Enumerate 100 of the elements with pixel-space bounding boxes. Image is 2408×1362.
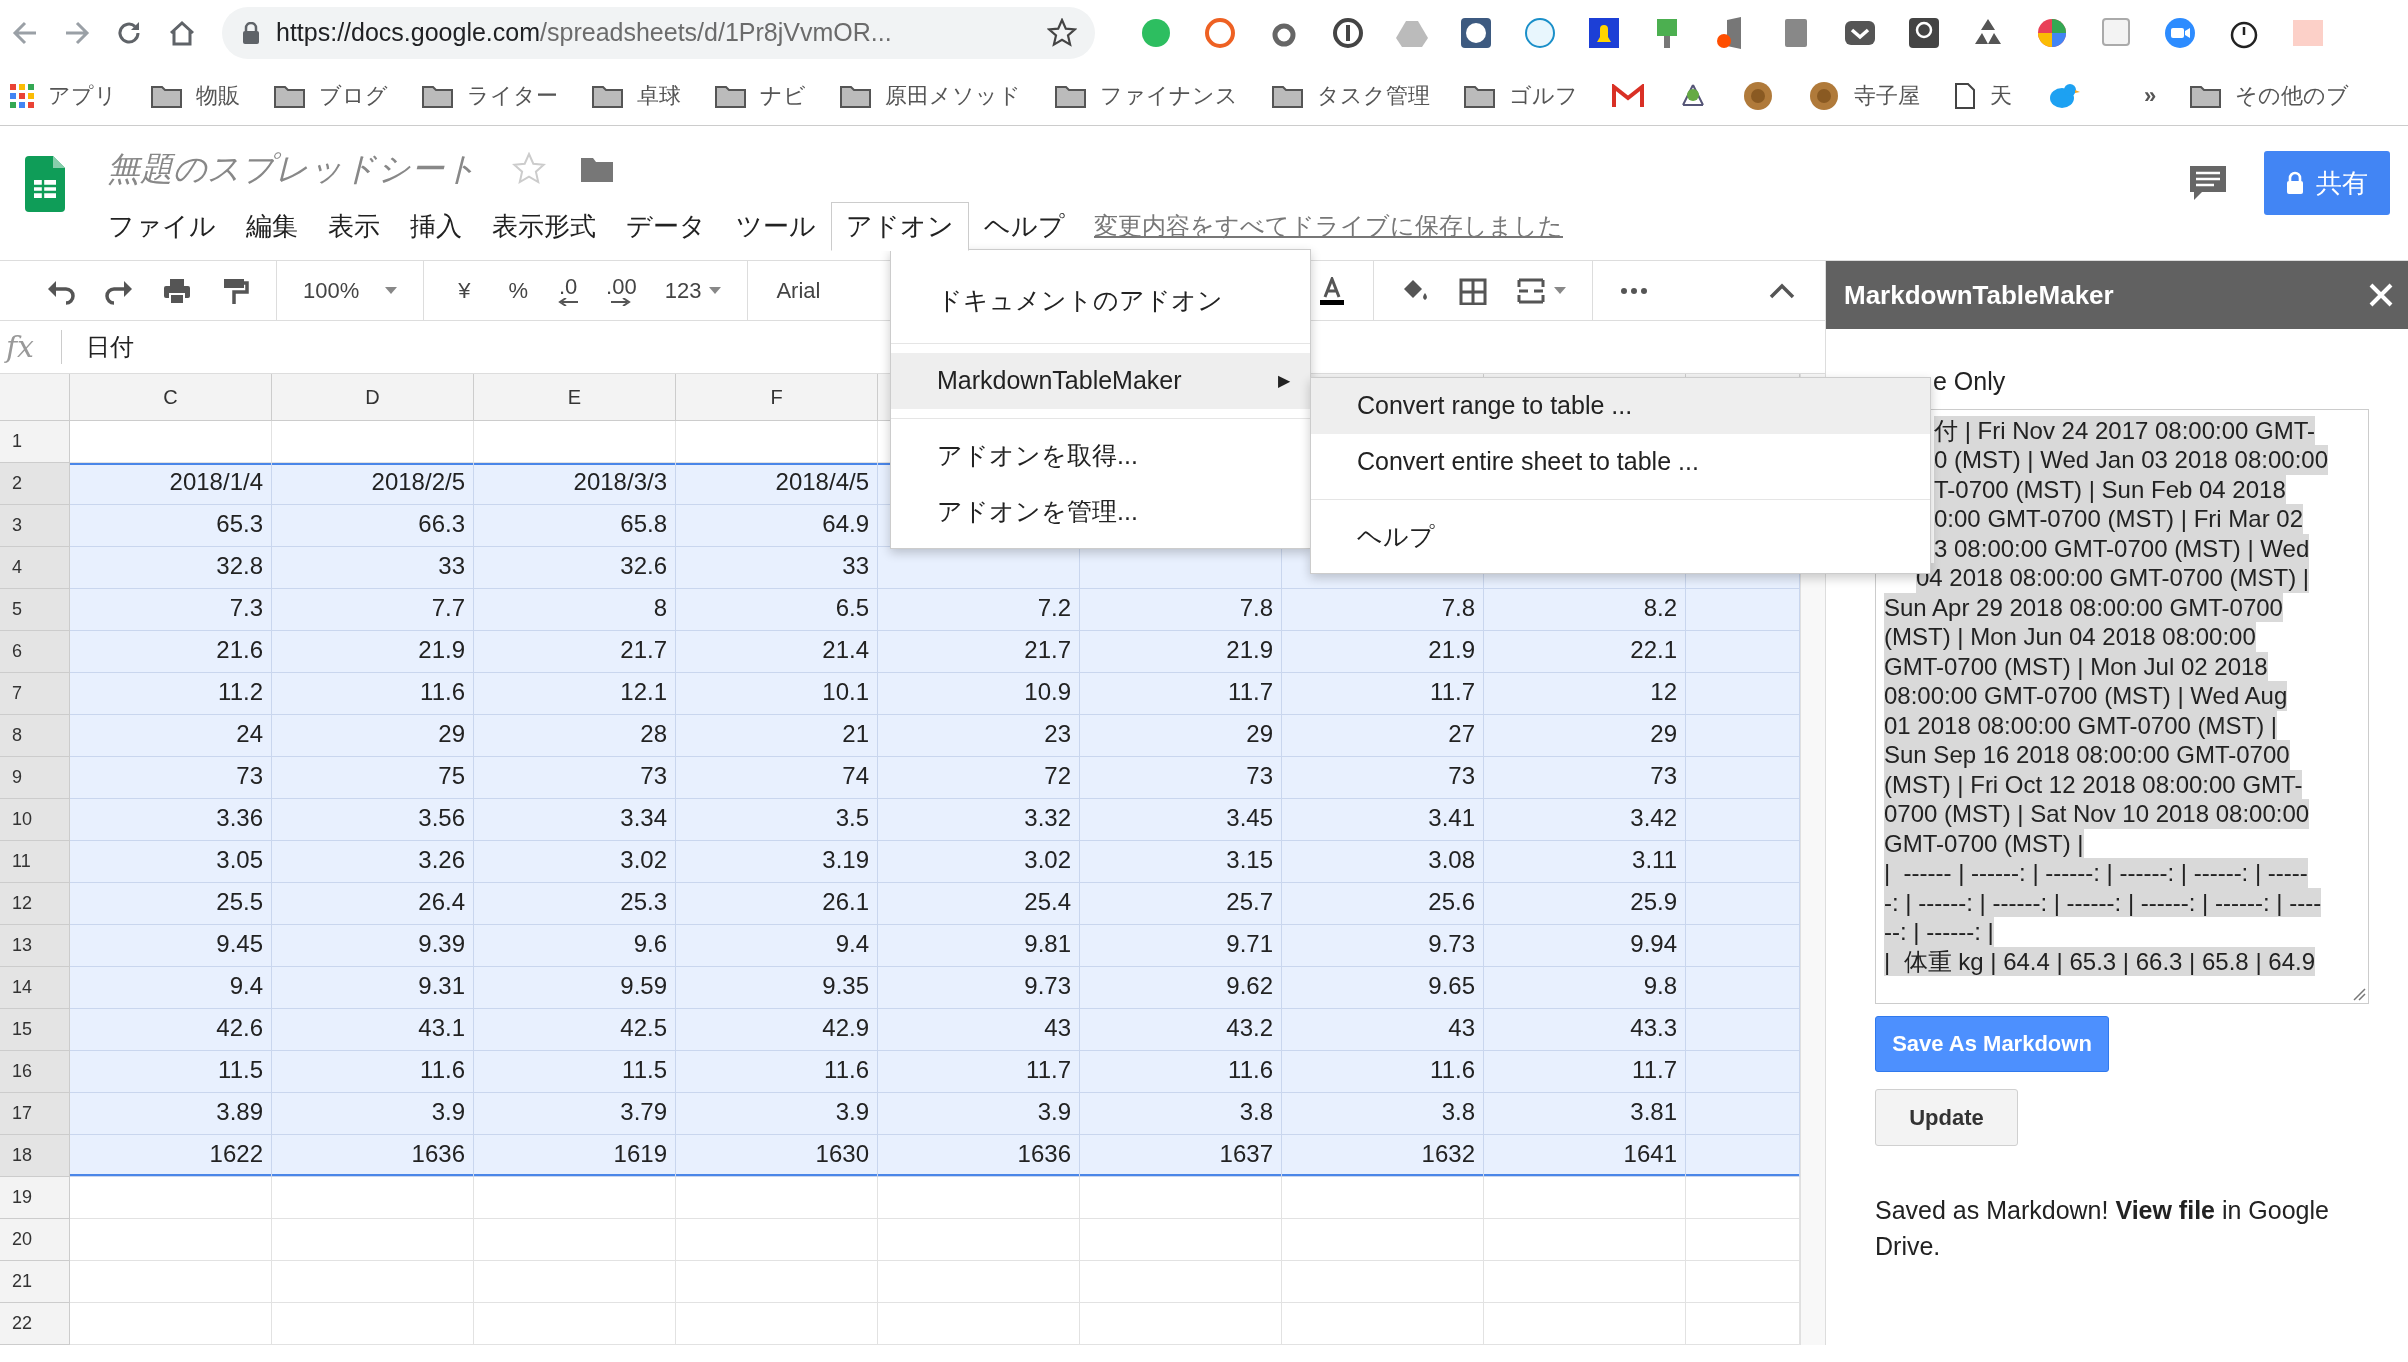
row-header[interactable]: 15 [0, 1009, 70, 1051]
save-status-link[interactable]: 変更内容をすべてドライブに保存しました [1094, 208, 1563, 244]
menu-item[interactable]: ヘルプ [969, 201, 1080, 251]
extension-icon[interactable] [1907, 16, 1941, 50]
extension-icon[interactable] [1459, 16, 1493, 50]
row-header[interactable]: 6 [0, 631, 70, 673]
row-header[interactable]: 3 [0, 505, 70, 547]
menu-item[interactable]: 表示形式 [477, 201, 611, 251]
menu-item[interactable]: MarkdownTableMaker ▶ [891, 353, 1310, 409]
menu-item[interactable]: アドオンを取得... [891, 428, 1310, 484]
column-header[interactable]: D [272, 374, 474, 421]
row-header[interactable]: 13 [0, 925, 70, 967]
column-header[interactable]: C [70, 374, 272, 421]
reload-icon[interactable] [116, 20, 142, 46]
table-cell: 11.6 [1080, 1051, 1282, 1093]
menu-item[interactable]: ドキュメントのアドオン [891, 268, 1310, 334]
borders-icon[interactable] [1458, 276, 1488, 305]
row-header[interactable]: 18 [0, 1135, 70, 1177]
forward-icon[interactable] [64, 20, 90, 46]
menu-item[interactable]: アドオンを管理... [891, 484, 1310, 540]
row-header[interactable]: 20 [0, 1219, 70, 1261]
bookmark-link[interactable]: ライター [422, 79, 558, 112]
decrease-decimals-button[interactable]: .0 [544, 275, 593, 306]
update-button[interactable]: Update [1875, 1088, 2018, 1146]
table-cell: 9.81 [878, 925, 1080, 967]
row-header[interactable]: 22 [0, 1303, 70, 1345]
table-cell: 1641 [1484, 1135, 1686, 1177]
row-header[interactable]: 2 [0, 463, 70, 505]
table-cell: 3.32 [878, 799, 1080, 841]
address-bar[interactable]: https://docs.google.com/spreadsheets/d/1Pr8jVvmOR... [222, 7, 1095, 59]
document-title[interactable]: 無題のスプレッドシート [107, 144, 478, 194]
row-header[interactable]: 5 [0, 589, 70, 631]
bookmark-link[interactable]: タスク管理 [1272, 79, 1430, 112]
text-color-icon[interactable] [1317, 276, 1347, 305]
bookmark-link[interactable]: » [2144, 79, 2157, 112]
row-header[interactable]: 10 [0, 799, 70, 841]
row-header[interactable]: 19 [0, 1177, 70, 1219]
row-header[interactable]: 21 [0, 1261, 70, 1303]
row-header[interactable]: 14 [0, 967, 70, 1009]
menu-item[interactable]: ヘルプ [1311, 509, 1930, 565]
number-format-select[interactable]: 123 [650, 274, 736, 307]
menu-item[interactable]: ツール [721, 201, 831, 251]
bookmark-link[interactable]: ゴルフ [1464, 79, 1578, 112]
close-icon[interactable] [2368, 282, 2394, 308]
print-icon[interactable] [162, 276, 192, 305]
bookmark-link[interactable]: 物販 [151, 79, 240, 112]
comment-icon[interactable] [2188, 164, 2228, 202]
menu-item[interactable]: アドオン [831, 201, 969, 251]
bookmark-link[interactable]: 寺子屋 [1808, 79, 1920, 112]
row-header[interactable]: 12 [0, 883, 70, 925]
bookmark-link[interactable]: 天 [1954, 79, 2012, 112]
zoom-select[interactable]: 100% [289, 274, 412, 307]
row-header[interactable]: 11 [0, 841, 70, 883]
menu-item[interactable]: データ [611, 201, 721, 251]
table-cell: 29 [272, 715, 474, 757]
view-file-link[interactable]: View file [2115, 1195, 2215, 1224]
coin-icon[interactable] [1742, 79, 1774, 112]
markdown-textarea[interactable] [1875, 408, 2369, 1004]
bookmark-link[interactable]: ナビ [715, 79, 806, 112]
share-button[interactable]: 共有 [2264, 151, 2390, 215]
increase-decimals-button[interactable]: .00 [592, 275, 651, 306]
menu-item[interactable]: 挿入 [395, 201, 477, 251]
table-cell: 3.02 [878, 841, 1080, 883]
row-header[interactable]: 4 [0, 547, 70, 589]
row-header[interactable]: 16 [0, 1051, 70, 1093]
star-icon[interactable] [512, 151, 546, 186]
extension-icon[interactable] [1331, 16, 1365, 50]
menu-item[interactable]: Convert range to table ... [1311, 378, 1930, 434]
row-header[interactable]: 8 [0, 715, 70, 757]
bookmark-link[interactable]: ファイナンス [1055, 79, 1238, 112]
formula-input[interactable]: 日付 [86, 329, 134, 365]
folder-icon [274, 83, 305, 108]
bookmark-link[interactable]: 卓球 [592, 79, 681, 112]
menu-item[interactable]: Convert entire sheet to table ... [1311, 434, 1930, 490]
column-header[interactable]: F [676, 374, 878, 421]
home-icon[interactable] [168, 20, 196, 46]
star-icon[interactable] [1047, 18, 1077, 48]
percent-button[interactable]: % [492, 274, 545, 307]
font-select[interactable]: Arial [760, 274, 837, 307]
bookmark-link[interactable]: ブログ [274, 79, 388, 112]
menu-item[interactable]: ファイル [93, 201, 231, 251]
column-header[interactable]: E [474, 374, 676, 421]
bookmark-link[interactable]: その他のブ [2190, 79, 2350, 112]
extension-icon[interactable] [1587, 16, 1621, 50]
table-cell: 29 [1484, 715, 1686, 757]
merge-cells-icon[interactable] [1516, 276, 1546, 305]
row-header[interactable]: 9 [0, 757, 70, 799]
row-header[interactable]: 17 [0, 1093, 70, 1135]
row-header[interactable]: 1 [0, 421, 70, 463]
bookmark-link[interactable]: アプリ [10, 79, 117, 112]
row-header[interactable]: 7 [0, 673, 70, 715]
mail-icon[interactable] [1612, 83, 1644, 108]
table-cell: 42.5 [474, 1009, 676, 1051]
resize-handle-icon [2352, 986, 2366, 1001]
menu-item[interactable]: 表示 [313, 201, 395, 251]
lock-icon [242, 22, 260, 44]
bookmark-link[interactable]: 原田メソッド [840, 79, 1021, 112]
back-icon[interactable] [12, 20, 38, 46]
menu-item[interactable]: 編集 [231, 201, 313, 251]
currency-button[interactable]: ¥ [436, 274, 493, 307]
